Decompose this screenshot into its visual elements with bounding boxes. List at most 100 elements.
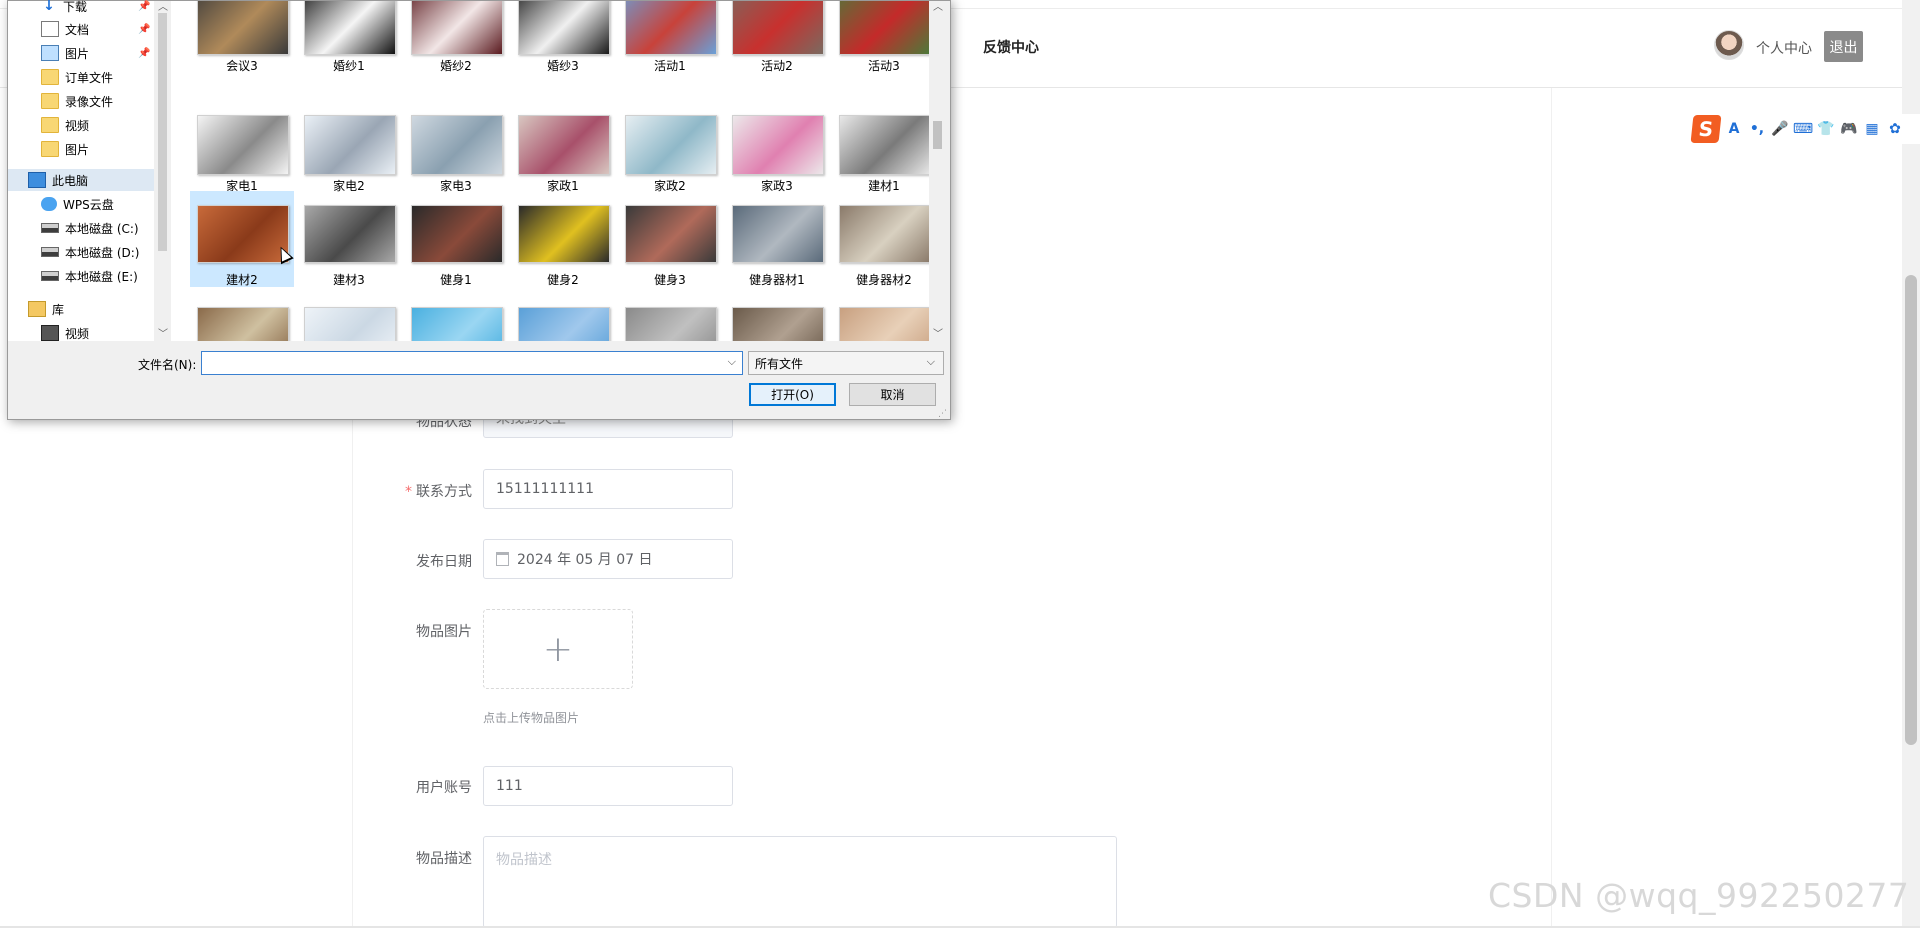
- file-name: 健身3: [654, 273, 686, 287]
- keyboard-icon[interactable]: ⌨: [1793, 120, 1813, 138]
- punctuation-icon[interactable]: •,: [1748, 120, 1766, 138]
- file-item[interactable]: 建材3: [297, 191, 401, 287]
- scroll-down-icon[interactable]: ﹀: [158, 325, 168, 340]
- file-item[interactable]: 健身器材2: [832, 191, 929, 287]
- file-item[interactable]: 家电2: [297, 95, 401, 193]
- image-upload-button[interactable]: +: [483, 609, 633, 689]
- file-thumbnail: [197, 115, 289, 175]
- file-item[interactable]: [618, 291, 722, 341]
- file-thumbnail: [197, 205, 289, 263]
- file-list-scrollbar[interactable]: ︿ ﹀: [929, 1, 946, 341]
- navigation-scrollbar[interactable]: ︿ ﹀: [154, 1, 171, 341]
- nav-user-center[interactable]: 个人中心: [1756, 38, 1812, 58]
- account-input[interactable]: 111: [483, 766, 733, 806]
- contact-input[interactable]: 15111111111: [483, 469, 733, 509]
- nav-item-label: 此电脑: [52, 173, 89, 188]
- gamepad-icon[interactable]: 🎮: [1840, 120, 1858, 138]
- file-item[interactable]: 建材1: [832, 95, 929, 193]
- file-item[interactable]: [832, 291, 929, 341]
- file-item[interactable]: [725, 291, 829, 341]
- filetype-value: 所有文件: [755, 356, 804, 371]
- file-item[interactable]: 婚纱1: [297, 1, 401, 77]
- nav-item[interactable]: 本地磁盘 (D:): [8, 241, 154, 263]
- scroll-up-icon[interactable]: ︿: [158, 0, 168, 13]
- nav-item[interactable]: 订单文件: [8, 66, 154, 88]
- file-name: 健身2: [547, 273, 579, 287]
- file-item[interactable]: [190, 291, 294, 341]
- filetype-select[interactable]: 所有文件 ⌵: [748, 351, 944, 375]
- nav-item[interactable]: 录像文件: [8, 90, 154, 112]
- nav-item[interactable]: 视频: [8, 322, 154, 344]
- page-scrollbar-thumb[interactable]: [1905, 275, 1917, 745]
- open-button[interactable]: 打开(O): [749, 383, 836, 406]
- computer-icon: [28, 172, 46, 188]
- navigation-scrollbar-thumb[interactable]: [158, 13, 167, 251]
- file-item[interactable]: [511, 291, 615, 341]
- apps-icon[interactable]: ▦: [1863, 120, 1881, 138]
- nav-item-label: 文档: [65, 22, 90, 37]
- required-mark: *: [405, 484, 412, 500]
- font-icon[interactable]: A: [1725, 120, 1743, 138]
- file-item[interactable]: 健身3: [618, 191, 722, 287]
- file-item[interactable]: 会议3: [190, 1, 294, 77]
- nav-item-label: 本地磁盘 (C:): [65, 221, 139, 236]
- file-thumbnail: [304, 115, 396, 175]
- folder-icon: [41, 141, 59, 157]
- file-item[interactable]: 活动2: [725, 1, 829, 77]
- file-item[interactable]: 健身器材1: [725, 191, 829, 287]
- file-list-scrollbar-thumb[interactable]: [933, 121, 942, 149]
- file-name: 健身1: [440, 273, 472, 287]
- nav-item[interactable]: WPS云盘: [8, 193, 154, 215]
- chevron-down-icon[interactable]: ⌵: [728, 355, 736, 369]
- file-list: 会议3 婚纱1 婚纱2 婚纱3 活动1 活动2 活动3 家电1 家电2 家电3 家政1 家政2 家政3 建…: [171, 1, 929, 341]
- skin-icon[interactable]: 👕: [1817, 120, 1835, 138]
- file-item[interactable]: 健身1: [404, 191, 508, 287]
- file-thumbnail: [304, 1, 396, 55]
- file-item[interactable]: 婚纱3: [511, 1, 615, 77]
- settings-icon[interactable]: ✿: [1886, 120, 1904, 138]
- file-item[interactable]: 家电3: [404, 95, 508, 193]
- resize-grip-icon[interactable]: ⋰: [938, 409, 947, 419]
- file-item[interactable]: 婚纱2: [404, 1, 508, 77]
- date-picker[interactable]: 2024 年 05 月 07 日: [483, 539, 733, 579]
- file-item[interactable]: 活动3: [832, 1, 929, 77]
- filename-input[interactable]: ⌵: [201, 351, 743, 375]
- file-thumbnail: [518, 307, 610, 341]
- file-item[interactable]: 家政3: [725, 95, 829, 193]
- video-icon: [41, 325, 59, 341]
- nav-item[interactable]: 库: [8, 298, 154, 320]
- scroll-up-icon[interactable]: ︿: [933, 0, 943, 13]
- microphone-icon[interactable]: 🎤: [1771, 120, 1789, 138]
- description-textarea[interactable]: 物品描述: [483, 836, 1117, 928]
- file-thumbnail: [197, 1, 289, 55]
- nav-item[interactable]: 此电脑: [8, 169, 154, 191]
- nav-feedback-center[interactable]: 反馈中心: [983, 37, 1039, 57]
- nav-item[interactable]: ↓ 下载 📌: [8, 0, 154, 17]
- scroll-down-icon[interactable]: ﹀: [933, 325, 943, 340]
- file-item[interactable]: 健身2: [511, 191, 615, 287]
- contact-label-text: 联系方式: [416, 484, 472, 500]
- file-item[interactable]: 建材2: [190, 191, 294, 287]
- nav-item[interactable]: 文档 📌: [8, 18, 154, 40]
- nav-item[interactable]: 图片 📌: [8, 42, 154, 64]
- nav-item[interactable]: 视频: [8, 114, 154, 136]
- nav-item[interactable]: 本地磁盘 (C:): [8, 217, 154, 239]
- date-value: 2024 年 05 月 07 日: [517, 552, 653, 568]
- logout-button[interactable]: 退出: [1824, 31, 1863, 62]
- sogou-logo-icon[interactable]: S: [1690, 115, 1722, 143]
- file-item[interactable]: 家政2: [618, 95, 722, 193]
- nav-item[interactable]: 图片: [8, 138, 154, 160]
- contact-label: * 联系方式: [362, 481, 472, 501]
- file-item[interactable]: [404, 291, 508, 341]
- file-item[interactable]: 家电1: [190, 95, 294, 193]
- file-name: 婚纱2: [440, 59, 472, 73]
- file-thumbnail: [411, 115, 503, 175]
- file-item[interactable]: 家政1: [511, 95, 615, 193]
- file-name: 活动3: [868, 59, 900, 73]
- cancel-button[interactable]: 取消: [849, 383, 936, 406]
- file-item[interactable]: 活动1: [618, 1, 722, 77]
- file-thumbnail: [732, 115, 824, 175]
- nav-item[interactable]: 本地磁盘 (E:): [8, 265, 154, 287]
- avatar[interactable]: [1714, 30, 1744, 60]
- file-item[interactable]: [297, 291, 401, 341]
